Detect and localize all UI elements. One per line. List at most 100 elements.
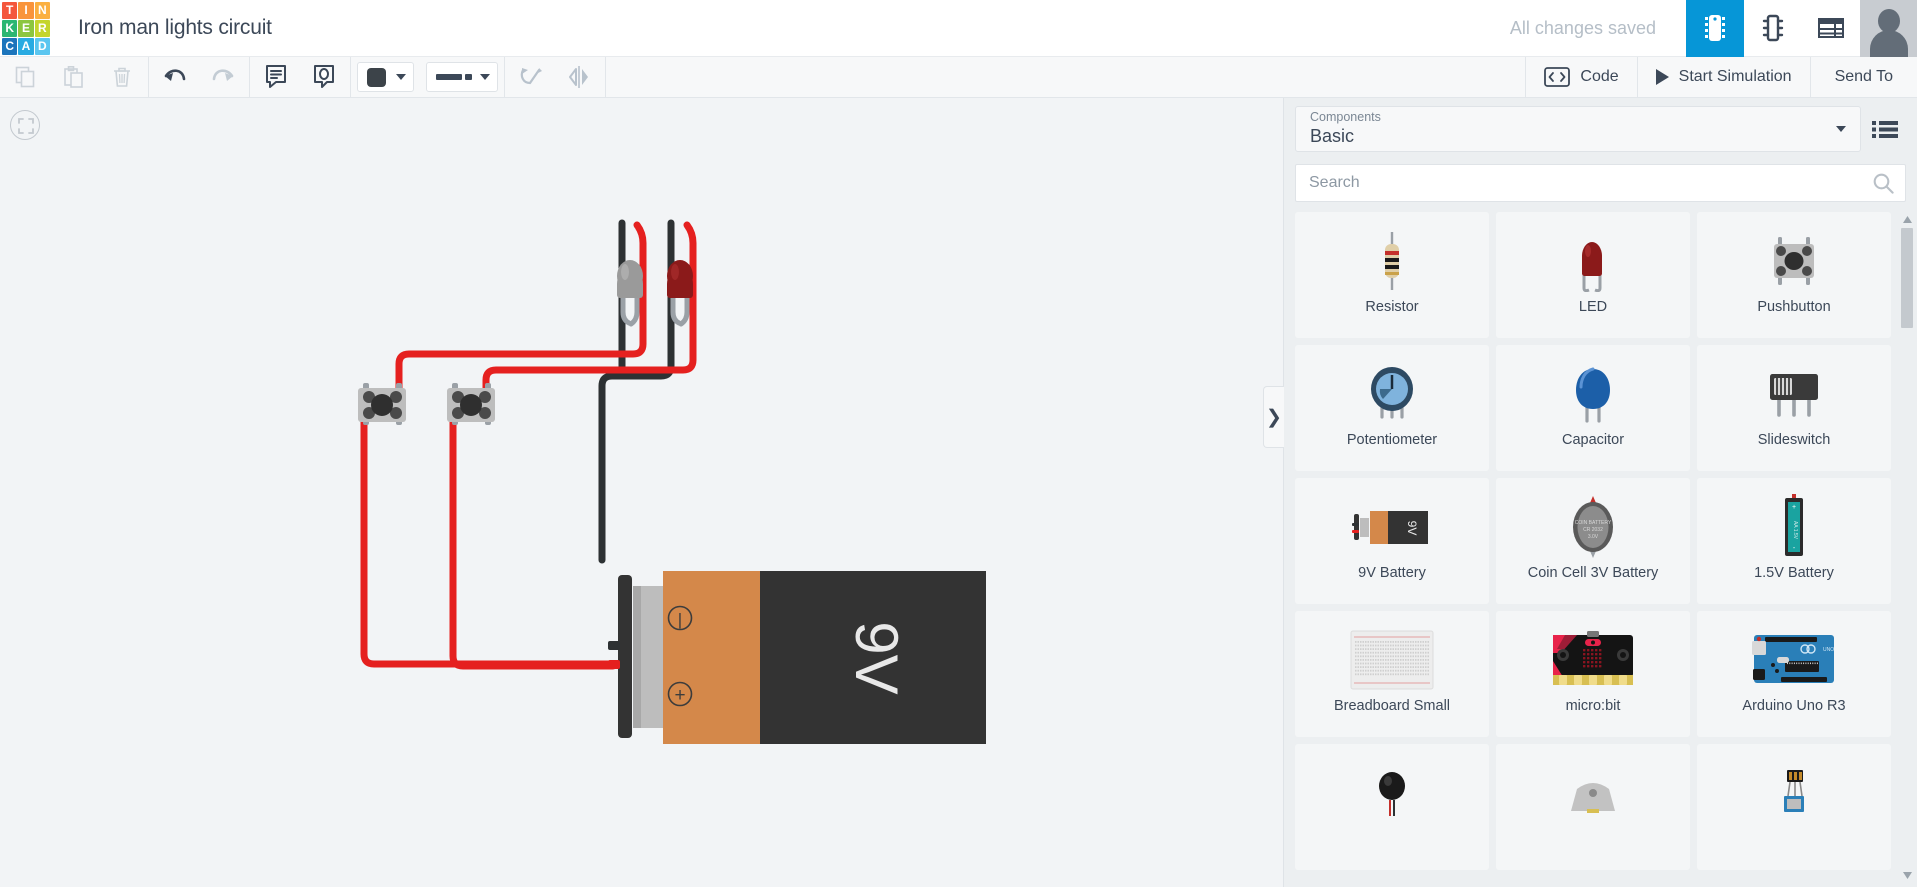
- component-card-breadboard-small[interactable]: Breadboard Small: [1295, 611, 1489, 737]
- component-card-label: 1.5V Battery: [1754, 565, 1834, 581]
- save-status: All changes saved: [1509, 17, 1656, 38]
- component-card-label: 9V Battery: [1358, 565, 1426, 581]
- wire-red-led-anode-to-button2: [482, 221, 697, 393]
- logo-tile-i: I: [18, 1, 34, 19]
- circuit-canvas[interactable]: | + 9V: [0, 98, 1283, 887]
- battery-positive-terminal: [608, 660, 620, 669]
- redo-button[interactable]: [199, 57, 247, 98]
- battery-9v[interactable]: | + 9V: [608, 571, 986, 744]
- scroll-up-arrow-icon[interactable]: [1899, 212, 1915, 226]
- logo-tile-n: N: [34, 1, 50, 19]
- component-card-resistor[interactable]: Resistor: [1295, 212, 1489, 338]
- component-card-label: Pushbutton: [1757, 299, 1831, 315]
- component-card-9v-battery[interactable]: 9V 9V Battery: [1295, 478, 1489, 604]
- logo-tile-c: C: [2, 37, 18, 55]
- logo-tile-d: D: [34, 37, 50, 55]
- delete-button[interactable]: [98, 57, 146, 98]
- component-card-label: [1788, 828, 1800, 830]
- avatar[interactable]: [1860, 0, 1917, 57]
- slideswitch-icon: [1697, 359, 1891, 429]
- wire-button2-to-battery-positive: [449, 416, 601, 670]
- component-card-label: Slideswitch: [1757, 432, 1831, 448]
- component-card-label: Potentiometer: [1346, 432, 1438, 448]
- panel-scrollbar[interactable]: [1899, 212, 1915, 882]
- svg-text:9V: 9V: [1405, 521, 1419, 536]
- tinkercad-logo[interactable]: TINKERCAD: [0, 0, 56, 57]
- led-red[interactable]: [667, 260, 693, 327]
- play-icon: [1655, 69, 1669, 85]
- start-simulation-button[interactable]: Start Simulation: [1636, 56, 1810, 98]
- list-table-icon[interactable]: [1802, 0, 1860, 57]
- chevron-down-icon: [1836, 126, 1846, 132]
- circuit-view-icon[interactable]: [1744, 0, 1802, 57]
- pushbutton-2[interactable]: [447, 383, 495, 425]
- svg-text:COIN BATTERY: COIN BATTERY: [1575, 520, 1612, 526]
- toolbar-group-annotate: [250, 57, 350, 98]
- component-card-sensor-module[interactable]: [1697, 744, 1891, 870]
- send-to-button[interactable]: Send To: [1809, 56, 1917, 98]
- component-card-label: [1587, 828, 1599, 830]
- wire-color-select[interactable]: [357, 62, 414, 92]
- component-card-pushbutton[interactable]: Pushbutton: [1697, 212, 1891, 338]
- pushbutton-1[interactable]: [358, 383, 406, 425]
- scroll-down-arrow-icon[interactable]: [1899, 868, 1915, 882]
- 9v-battery-icon: 9V: [1295, 492, 1489, 562]
- toolbar-divider: [350, 56, 351, 98]
- undo-button[interactable]: [151, 57, 199, 98]
- wire-button1-to-battery-positive: [360, 416, 606, 668]
- 1-5v-battery-icon: + - AA 1.5V: [1697, 492, 1891, 562]
- component-card-1-5v-battery[interactable]: + - AA 1.5V 1.5V Battery: [1697, 478, 1891, 604]
- circuit-diagram[interactable]: | + 9V: [0, 98, 1283, 887]
- components-panel: ❯ Components Basic Search Resistor LED P…: [1263, 98, 1917, 887]
- wire-style-select[interactable]: [426, 62, 498, 92]
- search-icon: [1873, 173, 1894, 199]
- components-grid: Resistor LED Pushbutton Potentiometer Capaci…: [1295, 212, 1891, 870]
- send-to-label: Send To: [1834, 68, 1893, 85]
- battery-positive-marker: +: [674, 685, 685, 706]
- paste-button[interactable]: [50, 57, 98, 98]
- component-card-label: LED: [1578, 299, 1608, 315]
- copy-button[interactable]: [2, 57, 50, 98]
- components-view-icon[interactable]: [1686, 0, 1744, 57]
- component-card-label: Coin Cell 3V Battery: [1527, 565, 1659, 581]
- toolbar-group-history: [149, 57, 249, 98]
- panel-list-view-button[interactable]: [1863, 106, 1907, 152]
- microbit-icon: [1496, 625, 1690, 695]
- page-title: Iron man lights circuit: [78, 16, 272, 39]
- component-card-coin-cell-battery[interactable]: COIN BATTERY CR 2032 3.0V Coin Cell 3V Batt…: [1496, 478, 1690, 604]
- code-button[interactable]: Code: [1525, 56, 1636, 98]
- component-card-vibration-motor[interactable]: [1295, 744, 1489, 870]
- svg-text:+: +: [1792, 504, 1796, 511]
- panel-header: Components Basic: [1284, 98, 1917, 160]
- panel-collapse-button[interactable]: ❯: [1263, 386, 1284, 448]
- search-input[interactable]: [1296, 165, 1905, 201]
- panel-search: [1284, 160, 1917, 212]
- component-card-dc-motor[interactable]: [1496, 744, 1690, 870]
- components-grid-scroll[interactable]: Resistor LED Pushbutton Potentiometer Capaci…: [1284, 212, 1917, 882]
- component-card-capacitor[interactable]: Capacitor: [1496, 345, 1690, 471]
- led-white[interactable]: [617, 260, 643, 327]
- toolbar-group-transform: [505, 57, 605, 98]
- component-card-slideswitch[interactable]: Slideswitch: [1697, 345, 1891, 471]
- toolbar-group-clipboard: [0, 57, 148, 98]
- component-card-microbit[interactable]: micro:bit: [1496, 611, 1690, 737]
- annotation-button[interactable]: [300, 57, 348, 98]
- scrollbar-thumb[interactable]: [1901, 228, 1913, 328]
- components-label: Components: [1310, 110, 1381, 125]
- vibration-motor-icon: [1295, 758, 1489, 828]
- notes-button[interactable]: [252, 57, 300, 98]
- component-card-label: Arduino Uno R3: [1742, 698, 1846, 714]
- logo-tile-r: R: [34, 19, 50, 37]
- component-card-label: Resistor: [1365, 299, 1419, 315]
- component-card-arduino-uno-r3[interactable]: UNO Arduino Uno R3: [1697, 611, 1891, 737]
- flip-button[interactable]: [555, 57, 603, 98]
- arduino-uno-r3-icon: UNO: [1697, 625, 1891, 695]
- coin-cell-battery-icon: COIN BATTERY CR 2032 3.0V: [1496, 492, 1690, 562]
- components-category-select[interactable]: Components Basic: [1295, 106, 1861, 152]
- component-card-potentiometer[interactable]: Potentiometer: [1295, 345, 1489, 471]
- bend-wire-button[interactable]: [507, 57, 555, 98]
- component-card-led[interactable]: LED: [1496, 212, 1690, 338]
- component-card-label: Breadboard Small: [1333, 698, 1451, 714]
- svg-text:3.0V: 3.0V: [1588, 534, 1599, 540]
- component-card-label: micro:bit: [1565, 698, 1621, 714]
